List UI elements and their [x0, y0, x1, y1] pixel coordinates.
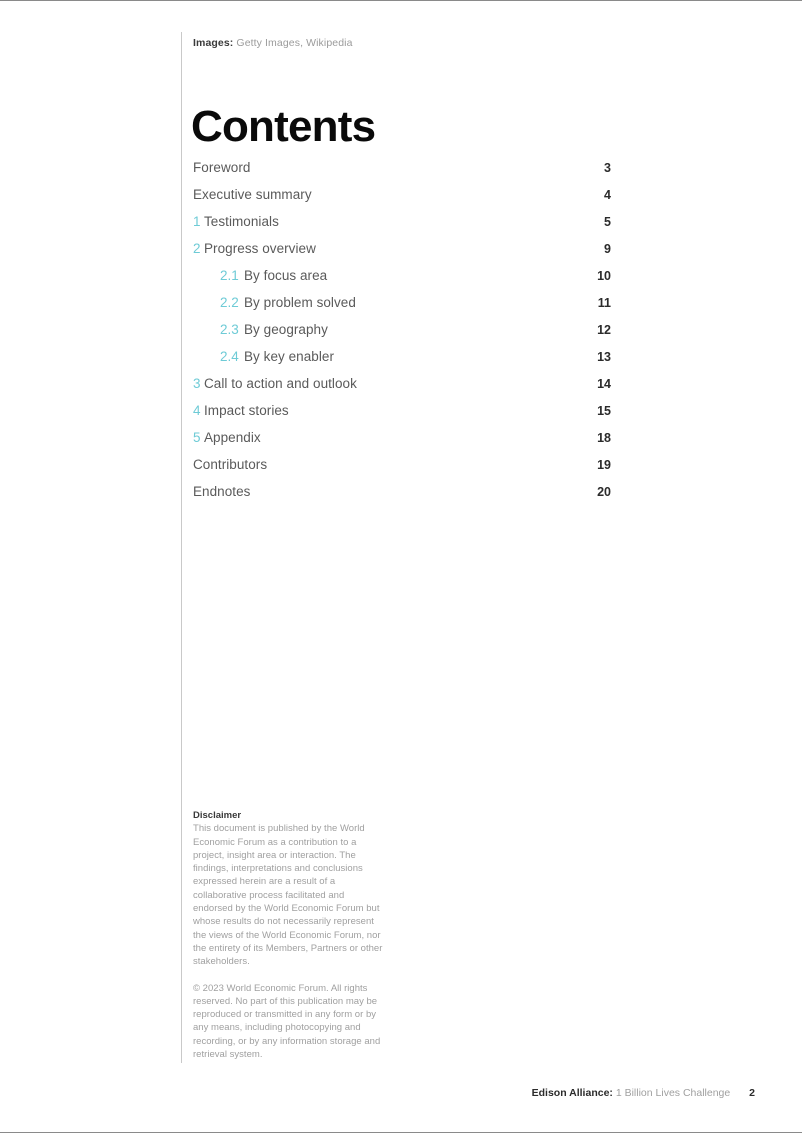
left-vertical-rule	[181, 32, 182, 1063]
toc-entry-page: 14	[597, 377, 611, 391]
toc-entry-progress-overview[interactable]: 2 Progress overview 9	[193, 241, 611, 268]
toc-entry-number: 2.4	[220, 349, 239, 364]
toc-entry-by-problem-solved[interactable]: 2.2 By problem solved 11	[193, 295, 611, 322]
toc-entry-label: Appendix	[204, 430, 261, 445]
toc-entry-label: Impact stories	[204, 403, 289, 418]
page-footer: Edison Alliance: 1 Billion Lives Challen…	[0, 1086, 755, 1100]
toc-entry-page: 19	[597, 458, 611, 472]
toc-entry-label: By focus area	[244, 268, 328, 283]
toc-entry-page: 9	[604, 242, 611, 256]
toc-entry-page: 12	[597, 323, 611, 337]
toc-entry-number: 1	[193, 214, 201, 229]
toc-entry-by-focus-area[interactable]: 2.1 By focus area 10	[193, 268, 611, 295]
toc-entry-endnotes[interactable]: Endnotes 20	[193, 484, 611, 511]
toc-entry-by-geography[interactable]: 2.3 By geography 12	[193, 322, 611, 349]
toc-entry-page: 20	[597, 485, 611, 499]
toc-entry-page: 15	[597, 404, 611, 418]
toc-entry-executive-summary[interactable]: Executive summary 4	[193, 187, 611, 214]
image-credit-line: Images: Getty Images, Wikipedia	[193, 36, 353, 50]
toc-entry-label: By problem solved	[244, 295, 356, 310]
toc-entry-label: Foreword	[193, 160, 251, 175]
toc-entry-page: 13	[597, 350, 611, 364]
toc-entry-number: 3	[193, 376, 201, 391]
toc-entry-by-key-enabler[interactable]: 2.4 By key enabler 13	[193, 349, 611, 376]
toc-entry-label: By key enabler	[244, 349, 334, 364]
toc-entry-label: Contributors	[193, 457, 268, 472]
disclaimer-heading: Disclaimer	[193, 810, 242, 821]
toc-entry-page: 10	[597, 269, 611, 283]
toc-entry-number: 2.3	[220, 322, 239, 337]
image-credit-sources: Getty Images, Wikipedia	[236, 37, 353, 49]
toc-entry-page: 5	[604, 215, 611, 229]
toc-entry-testimonials[interactable]: 1 Testimonials 5	[193, 214, 611, 241]
toc-entry-page: 11	[597, 296, 611, 310]
page-title: Contents	[191, 102, 376, 152]
document-page: Images: Getty Images, Wikipedia Contents…	[0, 0, 802, 1133]
toc-entry-number: 4	[193, 403, 201, 418]
toc-entry-call-to-action-and-outlook[interactable]: 3 Call to action and outlook 14	[193, 376, 611, 403]
toc-entry-label: Endnotes	[193, 484, 251, 499]
toc-entry-label: Progress overview	[204, 241, 316, 256]
image-credit-label: Images:	[193, 37, 234, 49]
toc-entry-label: Executive summary	[193, 187, 312, 202]
toc-entry-number: 2.1	[220, 268, 239, 283]
toc-entry-page: 18	[597, 431, 611, 445]
toc-entry-foreword[interactable]: Foreword 3	[193, 160, 611, 187]
toc-entry-label: By geography	[244, 322, 328, 337]
table-of-contents: Foreword 3 Executive summary 4 1 Testimo…	[193, 160, 611, 511]
toc-entry-page: 3	[604, 161, 611, 175]
toc-entry-appendix[interactable]: 5 Appendix 18	[193, 430, 611, 457]
toc-entry-number: 5	[193, 430, 201, 445]
toc-entry-number: 2.2	[220, 295, 239, 310]
disclaimer-copyright: © 2023 World Economic Forum. All rights …	[193, 982, 381, 1061]
footer-subtitle: 1 Billion Lives Challenge	[615, 1087, 731, 1099]
toc-entry-label: Call to action and outlook	[204, 376, 357, 391]
toc-entry-page: 4	[604, 188, 611, 202]
toc-entry-contributors[interactable]: Contributors 19	[193, 457, 611, 484]
toc-entry-impact-stories[interactable]: 4 Impact stories 15	[193, 403, 611, 430]
footer-page-number: 2	[749, 1087, 755, 1099]
toc-entry-label: Testimonials	[204, 214, 279, 229]
disclaimer-block: Disclaimer This document is published by…	[193, 809, 385, 1061]
toc-entry-number: 2	[193, 241, 201, 256]
footer-brand: Edison Alliance:	[531, 1087, 613, 1099]
disclaimer-body: This document is published by the World …	[193, 823, 383, 968]
